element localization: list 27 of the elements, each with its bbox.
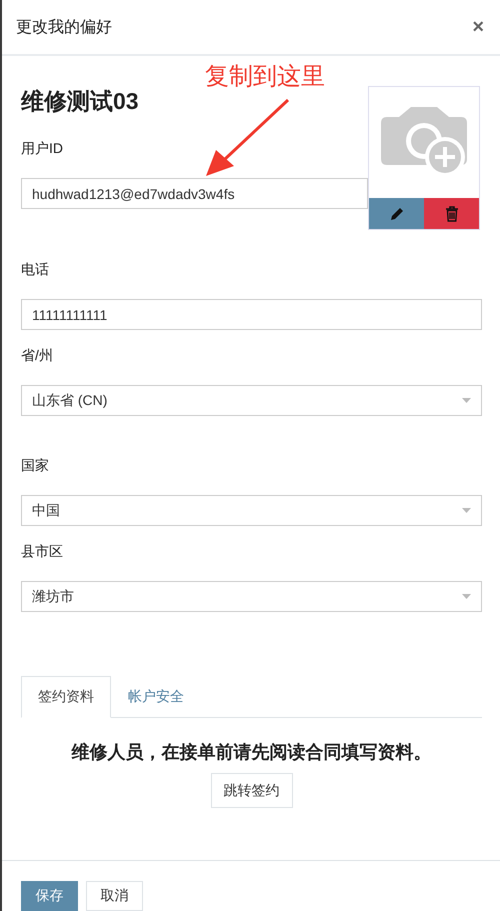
delete-button[interactable] bbox=[424, 198, 479, 229]
caret-icon bbox=[462, 398, 471, 403]
annotation-text: 复制到这里 bbox=[205, 62, 325, 92]
select-field[interactable]: 潍坊市 bbox=[21, 581, 482, 612]
instruction-text: 维修人员，在接单前请先阅读合同填写资料。 bbox=[70, 741, 432, 763]
profile-name: 维修测试03 bbox=[21, 87, 140, 116]
cancel-button[interactable]: 取消 bbox=[86, 881, 143, 911]
field-label: 省/州 bbox=[21, 347, 54, 363]
field-label: 国家 bbox=[21, 457, 50, 473]
input-field[interactable]: hudhwad1213@ed7wdadv3w4fs bbox=[21, 178, 368, 209]
trash-icon bbox=[444, 206, 458, 222]
sign-button[interactable]: 跳转签约 bbox=[210, 773, 292, 808]
input-field[interactable]: 11111111111 bbox=[21, 299, 482, 330]
close-button[interactable]: × bbox=[468, 16, 488, 38]
field-label: 县市区 bbox=[21, 543, 64, 559]
pencil-icon bbox=[388, 206, 404, 222]
select-field[interactable]: 山东省 (CN) bbox=[21, 385, 482, 416]
tab[interactable]: 帐户安全 bbox=[111, 676, 201, 718]
caret-icon bbox=[462, 508, 471, 513]
edit-button[interactable] bbox=[369, 198, 424, 229]
tab[interactable]: 签约资料 bbox=[21, 676, 111, 718]
select-field[interactable]: 中国 bbox=[21, 495, 482, 526]
field-label: 用户ID bbox=[21, 140, 64, 156]
field-label: 电话 bbox=[21, 261, 50, 277]
dialog-title: 更改我的偏好 bbox=[16, 18, 112, 38]
caret-icon bbox=[462, 594, 471, 599]
save-button[interactable]: 保存 bbox=[21, 881, 78, 911]
